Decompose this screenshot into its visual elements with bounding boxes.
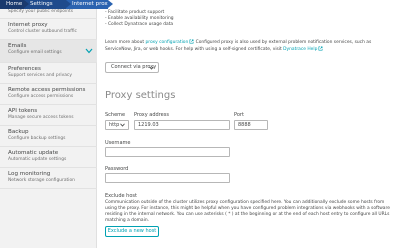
sidebar-item-sub: Network storage configuration [8, 178, 75, 183]
proxy-address-input[interactable]: 1219.03 [134, 120, 230, 130]
sidebar-divider [0, 146, 97, 147]
page-title: Proxy settings [105, 90, 176, 101]
sidebar-divider [0, 167, 97, 168]
sidebar-divider [0, 83, 97, 84]
chevron-down-icon [85, 48, 93, 54]
exclude-new-host-button[interactable]: Exclude a new host [105, 226, 159, 237]
sidebar-item-sub: Manage secure access tokens [8, 115, 74, 120]
sidebar-item-sub: Automatic update settings [8, 157, 67, 162]
sidebar-item-preferences[interactable]: Preferences Support services and privacy [0, 66, 97, 79]
sidebar-item-sub: Control cluster outbound traffic [8, 29, 77, 34]
sidebar-item-label: Preferences [8, 66, 41, 72]
exclude-host-label: Exclude host [105, 193, 137, 199]
sidebar-item-backup[interactable]: Backup Configure backup settings [0, 129, 97, 142]
sidebar-item-label: Remote access permissions [8, 87, 86, 93]
connect-via-proxy-dropdown[interactable]: Connect via proxy [105, 62, 159, 73]
bullet-item: - Collect Dynatrace usage data [105, 22, 174, 27]
sidebar-item-sub: Support services and privacy [8, 73, 72, 78]
sidebar-item-remote-access[interactable]: Remote access permissions Configure acce… [0, 87, 97, 100]
sidebar-divider [0, 104, 97, 105]
sidebar-item-sub: Configure backup settings [8, 136, 66, 141]
sidebar-divider [0, 18, 97, 19]
sidebar-item-label: API tokens [8, 108, 38, 114]
sidebar-item-sub: Configure email settings [8, 50, 62, 55]
dynatrace-help-link[interactable]: Dynatrace Help [283, 47, 317, 52]
settings-sidebar: Specify your public endpoints Internet p… [0, 9, 97, 248]
sidebar-item-log-monitoring[interactable]: Log monitoring Network storage configura… [0, 171, 97, 184]
password-label: Password [105, 166, 129, 172]
scheme-select[interactable]: http [105, 120, 129, 130]
username-label: Username [105, 140, 131, 146]
password-input[interactable] [105, 173, 230, 183]
sidebar-item-api-tokens[interactable]: API tokens Manage secure access tokens [0, 108, 97, 121]
breadcrumb-settings[interactable]: Settings [24, 0, 71, 9]
sidebar-item-label: Internet proxy [8, 22, 48, 28]
sidebar-item-label: Backup [8, 129, 29, 135]
sidebar-item-sub: Configure access permissions [8, 94, 74, 99]
breadcrumb-home[interactable]: Home [0, 0, 29, 9]
sidebar-item-label: Emails [8, 43, 27, 49]
chevron-down-icon [149, 66, 154, 70]
port-input[interactable]: 8888 [234, 120, 268, 130]
sidebar-item-automatic-update[interactable]: Automatic update Automatic update settin… [0, 150, 97, 163]
sidebar-item-sub: Specify your public endpoints [8, 9, 74, 14]
sidebar-item-label: Automatic update [8, 150, 59, 156]
port-label: Port [234, 112, 244, 118]
main-content: - Facilitate product support - Enable av… [97, 9, 400, 248]
sidebar-divider [0, 125, 97, 126]
sidebar-item-label: Log monitoring [8, 171, 51, 177]
breadcrumb: Internet proxy Settings Home [0, 0, 400, 9]
sidebar-item-internet-proxy[interactable]: Internet proxy Control cluster outbound … [0, 22, 97, 35]
sidebar-divider [0, 188, 97, 189]
exclude-host-description: Communication outside of the cluster uti… [105, 200, 390, 223]
scheme-label: Scheme [105, 112, 126, 118]
learn-more-text: Learn more about proxy configuration Con… [105, 39, 372, 52]
sidebar-item-emails[interactable]: Emails Configure email settings [0, 40, 97, 62]
sidebar-divider [0, 62, 97, 63]
chevron-down-icon [120, 123, 125, 127]
proxy-address-label: Proxy address [134, 112, 169, 118]
sidebar-item-public-endpoints[interactable]: Specify your public endpoints [0, 9, 97, 15]
proxy-configuration-link[interactable]: proxy configuration [146, 40, 189, 45]
external-link-icon [318, 46, 323, 51]
username-input[interactable] [105, 147, 230, 157]
